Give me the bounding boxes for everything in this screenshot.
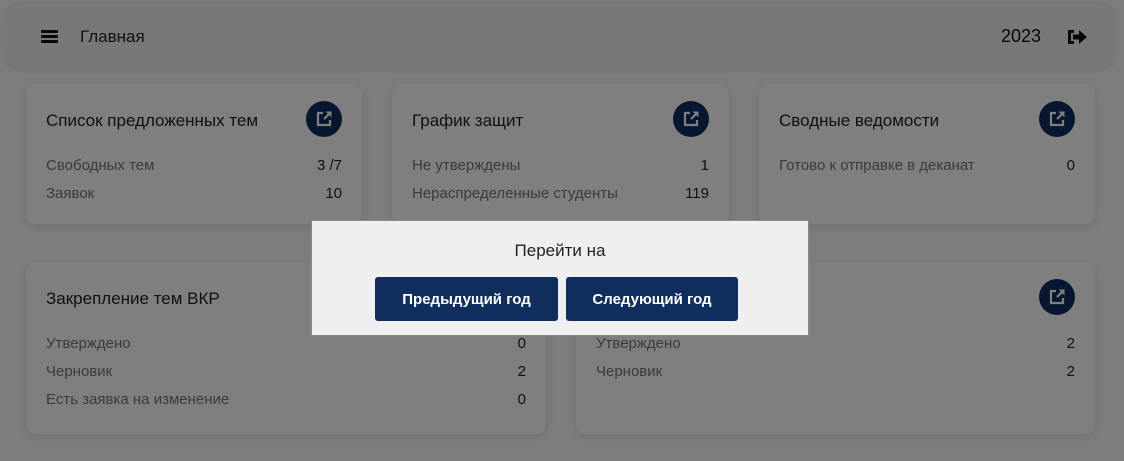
dialog-title: Перейти на xyxy=(514,241,606,260)
previous-year-button[interactable]: Предыдущий год xyxy=(375,277,558,321)
next-year-button[interactable]: Следующий год xyxy=(566,277,738,321)
year-navigation-dialog: Перейти на Предыдущий год Следующий год xyxy=(311,220,809,336)
